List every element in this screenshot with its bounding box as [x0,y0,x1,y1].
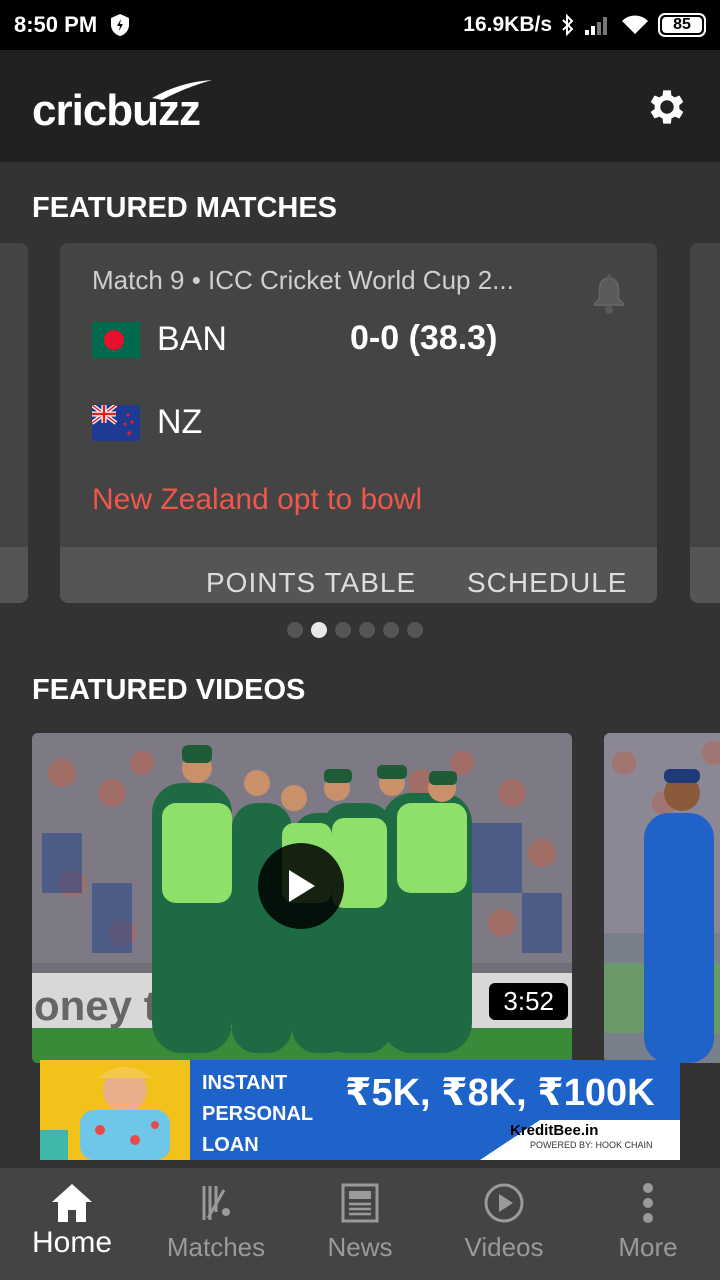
ad-brand: KreditBee.in [510,1122,599,1139]
settings-gear-icon[interactable] [644,84,690,130]
match-card[interactable]: Match 9 • ICC Cricket World Cup 2... BAN… [60,243,657,603]
ad-text-left: INSTANT PERSONAL LOAN [202,1072,314,1156]
new-zealand-flag-icon [92,404,140,441]
team1-score: 0-0 (38.3) [350,319,498,357]
more-vertical-icon [643,1183,653,1223]
nav-home-label: Home [31,1226,113,1259]
wifi-icon [622,15,648,34]
shield-icon [111,14,130,36]
nav-home[interactable]: Home [0,1168,144,1280]
nav-matches[interactable]: Matches [144,1168,288,1280]
team1-row: BAN [92,320,227,359]
featured-videos-title: FEATURED VIDEOS [32,674,306,706]
nav-videos[interactable]: Videos [432,1168,576,1280]
status-bar: 8:50 PM 16.9KB/s 85 [0,0,720,50]
next-match-card[interactable] [690,243,720,603]
status-time: 8:50 PM [14,12,98,37]
newspaper-icon [341,1183,379,1223]
battery-indicator: 85 [658,13,706,37]
nav-news[interactable]: News [288,1168,432,1280]
cricket-bat-icon [202,1186,230,1220]
points-table-button[interactable]: POINTS TABLE [206,567,416,599]
bluetooth-icon [562,13,574,37]
page-dot[interactable] [287,622,303,638]
ad-text-amounts: ₹5K, ₹8K, ₹100K [345,1072,655,1114]
play-button[interactable] [258,843,344,929]
schedule-button[interactable]: SCHEDULE [467,567,627,599]
prev-match-card[interactable] [0,243,28,603]
play-circle-icon [484,1183,524,1223]
video-card-next[interactable] [604,733,720,1063]
play-icon [289,870,315,902]
featured-matches-title: FEATURED MATCHES [32,192,338,224]
network-speed: 16.9KB/s [463,13,552,36]
team2-name: NZ [157,403,203,441]
match-card-actions: POINTS TABLE SCHEDULE [60,547,657,603]
video-duration: 3:52 [489,983,568,1020]
page-dot[interactable] [359,622,375,638]
ad-powered-by: POWERED BY: HOOK CHAIN [530,1140,653,1150]
signal-icon [585,17,607,35]
match-status: New Zealand opt to bowl [92,483,423,516]
nav-more[interactable]: More [576,1168,720,1280]
logo-swoosh-icon [152,80,212,100]
page-dot-active[interactable] [311,622,327,638]
page-dot[interactable] [407,622,423,638]
ad-banner[interactable]: INSTANT PERSONAL LOAN ₹5K, ₹8K, ₹100K Kred… [40,1060,680,1160]
team1-name: BAN [157,320,227,358]
bangladesh-flag-icon [92,321,140,358]
nav-news-label: News [327,1232,393,1262]
video-card[interactable]: oney tra 3:52 [32,733,572,1063]
page-dot[interactable] [383,622,399,638]
notification-bell-icon[interactable] [590,273,628,315]
video-thumbnail [604,733,720,1063]
app-header: cricbuzz [0,50,720,162]
carousel-pagination [287,622,423,638]
bottom-navigation: Home Matches News Videos More [0,1168,720,1280]
nav-videos-label: Videos [464,1232,544,1262]
match-title: Match 9 • ICC Cricket World Cup 2... [92,265,514,295]
nav-more-label: More [618,1232,678,1262]
nav-matches-label: Matches [166,1232,266,1262]
page-dot[interactable] [335,622,351,638]
home-icon [52,1184,92,1222]
team2-row: NZ [92,403,202,442]
